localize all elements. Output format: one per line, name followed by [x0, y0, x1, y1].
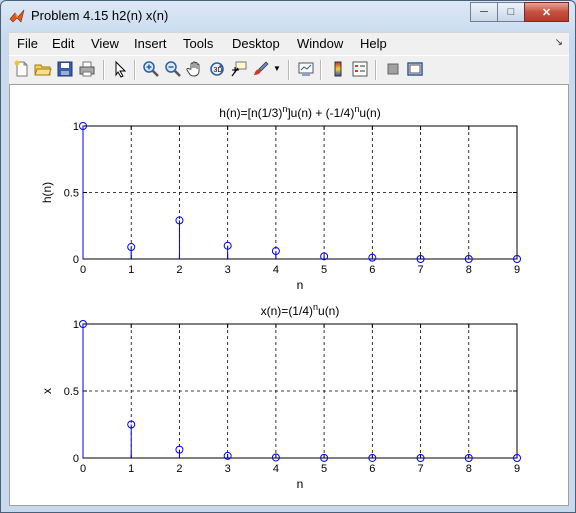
axes1-ytick-label: 1 — [73, 121, 79, 133]
brush-icon[interactable] — [252, 60, 270, 78]
pointer-icon[interactable] — [111, 60, 129, 78]
maximize-button[interactable]: □ — [497, 2, 525, 22]
data-cursor-icon[interactable] — [230, 60, 248, 78]
pan-hand-icon[interactable] — [186, 60, 204, 78]
zoom-in-icon[interactable] — [142, 60, 160, 78]
axes1-xtick-label: 4 — [273, 264, 279, 276]
figure-window: Problem 4.15 h2(n) x(n) ─ □ ✕ File Edit … — [0, 0, 576, 513]
toolbar-separator — [375, 60, 377, 80]
axes2-xtick-label: 1 — [128, 463, 134, 475]
toolbar-separator — [134, 60, 136, 80]
axes1-xtick-label: 8 — [466, 264, 472, 276]
show-plot-tools-icon[interactable] — [406, 60, 424, 78]
new-figure-icon[interactable] — [13, 60, 31, 78]
axes2-xtick-label: 4 — [273, 463, 279, 475]
axes2-xlabel: n — [297, 477, 304, 491]
legend-icon[interactable] — [351, 60, 369, 78]
figure-canvas: 0 1 2 3 4 5 6 7 8 9 0 0.5 1 h(n)=[n(1/3)n]u(n) + (-1/… — [9, 84, 569, 506]
link-plot-icon[interactable] — [297, 60, 315, 78]
menu-help[interactable]: Help — [360, 36, 387, 51]
rotate-3d-icon[interactable]: 3D — [208, 60, 226, 78]
close-icon: ✕ — [541, 6, 552, 19]
axes2-xtick-label: 8 — [466, 463, 472, 475]
axes2-ytick-label: 0.5 — [64, 386, 79, 398]
axes2-xtick-label: 5 — [321, 463, 327, 475]
axes2-xtick-label: 9 — [514, 463, 520, 475]
axes1-xtick-label: 1 — [128, 264, 134, 276]
print-icon[interactable] — [78, 60, 96, 78]
menu-view[interactable]: View — [91, 36, 119, 51]
menu-desktop[interactable]: Desktop — [232, 36, 280, 51]
menu-file[interactable]: File — [17, 36, 38, 51]
axes1-title: h(n)=[n(1/3)n]u(n) + (-1/4)nu(n) — [219, 104, 380, 120]
axes2-xtick-label: 3 — [225, 463, 231, 475]
axes1-xtick-label: 5 — [321, 264, 327, 276]
figure-toolbar: 3D ▼ — [9, 55, 569, 85]
window-title: Problem 4.15 h2(n) x(n) — [31, 8, 169, 23]
zoom-out-icon[interactable] — [164, 60, 182, 78]
toolbar-separator — [103, 60, 105, 80]
axes2-xtick-label: 6 — [369, 463, 375, 475]
axes1-xtick-label: 9 — [514, 264, 520, 276]
toolbar-separator — [288, 60, 290, 80]
axes1-xtick-label: 7 — [417, 264, 423, 276]
axes2-title: x(n)=(1/4)nu(n) — [261, 302, 340, 318]
hide-plot-tools-icon[interactable] — [384, 60, 402, 78]
menu-bar: File Edit View Insert Tools Desktop Wind… — [9, 32, 569, 55]
menu-tools[interactable]: Tools — [183, 36, 213, 51]
save-icon[interactable] — [56, 60, 74, 78]
close-button[interactable]: ✕ — [524, 2, 569, 22]
open-file-icon[interactable] — [34, 60, 52, 78]
axes2-ytick-label: 0 — [73, 453, 79, 465]
brush-dropdown-icon[interactable]: ▼ — [273, 64, 281, 73]
axes2-xtick-label: 7 — [417, 463, 423, 475]
axes1-xtick-label: 0 — [80, 264, 86, 276]
axes2-xtick-label: 2 — [176, 463, 182, 475]
axes2-ylabel: x — [40, 388, 54, 394]
colorbar-icon[interactable] — [329, 60, 347, 78]
maximize-icon: □ — [507, 6, 515, 18]
axes2-ytick-label: 1 — [73, 319, 79, 331]
minimize-icon: ─ — [480, 6, 488, 18]
menu-edit[interactable]: Edit — [52, 36, 74, 51]
axes1-ylabel: h(n) — [40, 182, 54, 203]
axes1-xtick-label: 2 — [176, 264, 182, 276]
menu-window[interactable]: Window — [297, 36, 343, 51]
axes1-xlabel: n — [297, 278, 304, 292]
axes2-xtick-label: 0 — [80, 463, 86, 475]
dock-arrow-icon[interactable]: ↘ — [555, 37, 563, 48]
svg-text:3D: 3D — [214, 67, 223, 74]
menu-insert[interactable]: Insert — [134, 36, 167, 51]
matlab-icon — [9, 9, 25, 23]
axes1-ytick-label: 0 — [73, 254, 79, 266]
title-bar[interactable]: Problem 4.15 h2(n) x(n) ─ □ ✕ — [1, 1, 575, 31]
axes1-xtick-label: 3 — [225, 264, 231, 276]
axes1-ytick-label: 0.5 — [64, 188, 79, 200]
axes1-xtick-label: 6 — [369, 264, 375, 276]
minimize-button[interactable]: ─ — [470, 2, 498, 22]
toolbar-separator — [320, 60, 322, 80]
plot-area: 0 1 2 3 4 5 6 7 8 9 0 0.5 1 h(n)=[n(1/3)n]u(n) + (-1/… — [40, 104, 521, 491]
